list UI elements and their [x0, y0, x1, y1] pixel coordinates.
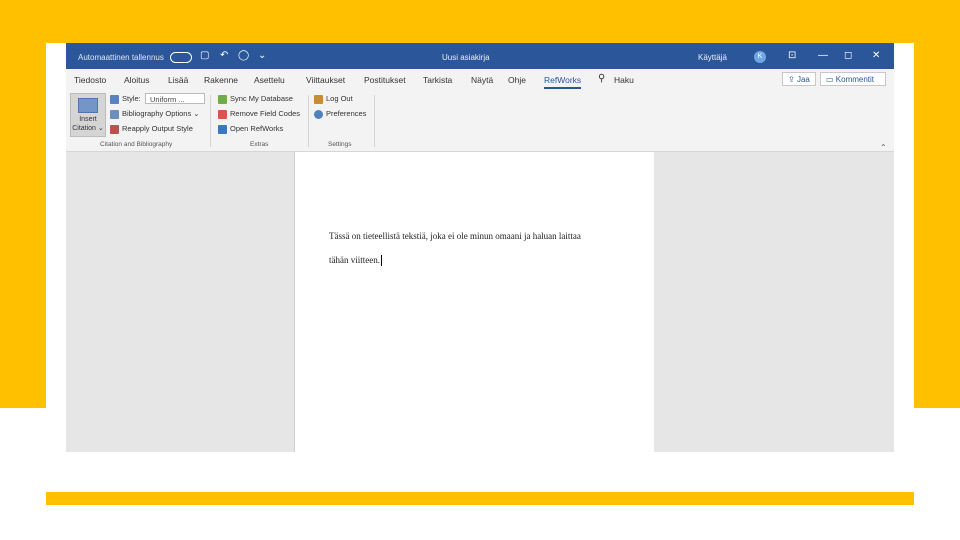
document-title: Uusi asiakirja: [442, 53, 490, 62]
open-refworks-button[interactable]: Open RefWorks: [218, 124, 283, 134]
insert-citation-button[interactable]: Insert Citation ⌄: [70, 93, 106, 137]
document-canvas: Tässä on tieteellistä tekstiä, joka ei o…: [66, 152, 894, 452]
refworks-icon: [218, 124, 227, 134]
tab-viittaukset[interactable]: Viittaukset: [306, 75, 345, 85]
yellow-bottom-bar: [46, 492, 914, 505]
bibliography-options-button[interactable]: Bibliography Options ⌄: [110, 109, 200, 119]
style-label: Style:: [110, 94, 141, 104]
tab-ohje[interactable]: Ohje: [508, 75, 526, 85]
tab-nayta[interactable]: Näytä: [471, 75, 493, 85]
autosave-label: Automaattinen tallennus: [78, 53, 164, 62]
group-divider: [210, 95, 211, 147]
share-icon: ⇪: [788, 75, 797, 84]
insert-citation-icon: [78, 98, 98, 113]
ribbon-display-icon[interactable]: ⊡: [788, 50, 796, 61]
group-label-citation: Citation and Bibliography: [100, 141, 173, 148]
document-line-2: tähän viitteen.: [329, 255, 380, 265]
restore-icon[interactable]: ◻: [844, 50, 852, 61]
user-icon: [314, 94, 323, 104]
ribbon: Insert Citation ⌄ Style: Uniform ... Bib…: [66, 91, 894, 152]
preferences-button[interactable]: Preferences: [314, 109, 366, 119]
sync-database-button[interactable]: Sync My Database: [218, 94, 293, 104]
search-icon[interactable]: ⚲: [598, 73, 605, 84]
avatar[interactable]: K: [754, 51, 766, 63]
word-screenshot: Automaattinen tallennus ▢ ↶ ◯ ⌄ Uusi asi…: [66, 43, 894, 452]
ribbon-tabs: Tiedosto Aloitus Lisää Rakenne Asettelu …: [66, 69, 894, 91]
redo-icon[interactable]: ◯: [238, 50, 249, 61]
remove-field-codes-button[interactable]: Remove Field Codes: [218, 109, 300, 119]
remove-icon: [218, 109, 227, 119]
tab-tiedosto[interactable]: Tiedosto: [74, 75, 106, 85]
document-page[interactable]: Tässä on tieteellistä tekstiä, joka ei o…: [295, 152, 654, 452]
minimize-icon[interactable]: —: [818, 50, 828, 61]
customize-qat-icon[interactable]: ⌄: [258, 50, 266, 61]
tab-postitukset[interactable]: Postitukset: [364, 75, 406, 85]
comments-label: Kommentit: [835, 75, 875, 84]
tab-tarkista[interactable]: Tarkista: [423, 75, 452, 85]
bibliography-icon: [110, 109, 119, 119]
insert-citation-line2: Citation: [72, 125, 96, 132]
share-button[interactable]: ⇪ Jaa: [782, 72, 816, 86]
autosave-toggle[interactable]: [170, 52, 192, 63]
insert-citation-line1: Insert: [79, 116, 97, 123]
group-label-extras: Extras: [250, 141, 269, 148]
style-dropdown[interactable]: Uniform ...: [145, 93, 205, 104]
document-paragraph[interactable]: Tässä on tieteellistä tekstiä, joka ei o…: [329, 224, 629, 272]
comments-button[interactable]: ▭ Kommentit: [820, 72, 886, 86]
undo-icon[interactable]: ↶: [220, 50, 228, 61]
tab-asettelu[interactable]: Asettelu: [254, 75, 285, 85]
gear-icon: [314, 109, 323, 119]
reapply-icon: [110, 124, 119, 134]
group-divider: [308, 95, 309, 147]
title-bar: Automaattinen tallennus ▢ ↶ ◯ ⌄ Uusi asi…: [66, 43, 894, 69]
reapply-output-style-button[interactable]: Reapply Output Style: [110, 124, 193, 134]
search-label[interactable]: Haku: [614, 75, 634, 85]
tab-rakenne[interactable]: Rakenne: [204, 75, 238, 85]
close-icon[interactable]: ✕: [872, 50, 880, 61]
tab-lisaa[interactable]: Lisää: [168, 75, 188, 85]
share-label: Jaa: [796, 75, 810, 84]
document-line-1: Tässä on tieteellistä tekstiä, joka ei o…: [329, 231, 581, 241]
sync-icon: [218, 94, 227, 104]
style-icon: [110, 94, 119, 104]
group-divider: [374, 95, 375, 147]
tab-aloitus[interactable]: Aloitus: [124, 75, 150, 85]
tab-refworks[interactable]: RefWorks: [544, 75, 582, 89]
collapse-ribbon-icon[interactable]: ⌃: [880, 143, 887, 152]
save-icon[interactable]: ▢: [200, 50, 209, 61]
log-out-button[interactable]: Log Out: [314, 94, 353, 104]
style-value: Uniform ...: [150, 95, 185, 104]
text-cursor: [380, 255, 382, 267]
group-label-settings: Settings: [328, 141, 352, 148]
chevron-down-icon: ⌄: [95, 125, 104, 132]
comment-icon: ▭: [826, 75, 836, 84]
user-name: Käyttäjä: [698, 53, 727, 62]
